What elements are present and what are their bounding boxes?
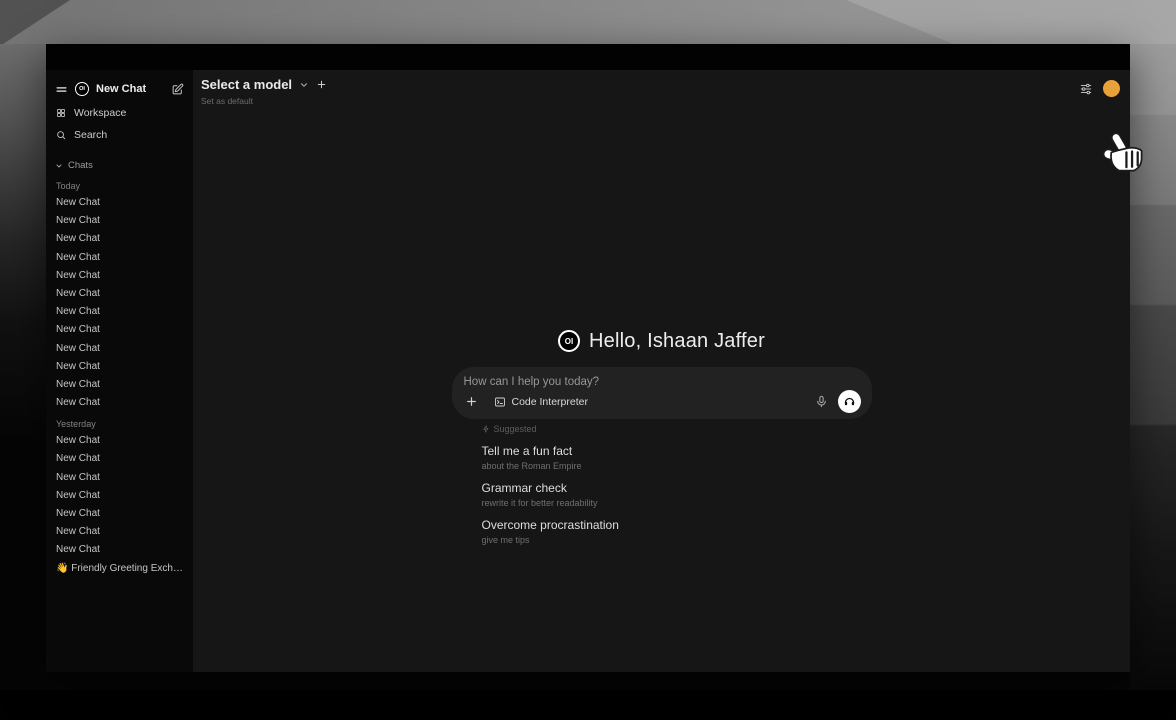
desktop-wallpaper-bottom [0, 690, 1176, 720]
settings-sliders-icon[interactable] [1079, 82, 1093, 96]
chat-list-item[interactable]: New Chat [46, 358, 193, 376]
chat-list-item[interactable]: New Chat [46, 450, 193, 468]
sidebar-toggle-icon[interactable] [55, 83, 68, 96]
message-input[interactable]: How can I help you today? Code Interpret… [452, 367, 872, 419]
prompt-subtitle: rewrite it for better readability [482, 498, 872, 508]
prompt-title: Overcome procrastination [482, 518, 872, 532]
chat-list-item[interactable]: New Chat [46, 249, 193, 267]
set-as-default-link[interactable]: Set as default [201, 96, 327, 106]
chat-list-item[interactable]: New Chat [46, 469, 193, 487]
model-bar: Select a model Set as default [201, 77, 1120, 106]
chat-list-item[interactable]: New Chat [46, 376, 193, 394]
model-selector-label: Select a model [201, 77, 292, 92]
chat-list: TodayNew ChatNew ChatNew ChatNew ChatNew… [46, 174, 193, 588]
chat-list-item[interactable]: New Chat [46, 487, 193, 505]
chat-list-item[interactable]: New Chat [46, 230, 193, 248]
chat-list-item[interactable]: New Chat [46, 541, 193, 559]
suggested-label: Suggested [482, 424, 872, 434]
headphones-icon [843, 395, 856, 408]
main-content: Select a model Set as default OI [193, 70, 1130, 672]
sidebar: OI New Chat Workspace Search Chats [46, 70, 193, 672]
desktop-screen: OI New Chat Workspace Search Chats [0, 0, 1176, 720]
voice-call-button[interactable] [838, 390, 861, 413]
open-webui-window: OI New Chat Workspace Search Chats [46, 44, 1130, 672]
suggested-prompts: Tell me a fun fact about the Roman Empire… [482, 444, 872, 545]
prompt-subtitle: give me tips [482, 535, 872, 545]
desktop-wallpaper-left [0, 44, 46, 720]
chat-group-label: Yesterday [46, 412, 193, 432]
window-top-bar [46, 44, 1130, 70]
code-interpreter-icon [494, 396, 506, 408]
openwebui-logo: OI [75, 82, 89, 96]
chat-list-item[interactable]: New Chat [46, 267, 193, 285]
welcome-area: OI Hello, Ishaan Jaffer How can I help y… [452, 328, 872, 545]
prompt-title: Tell me a fun fact [482, 444, 872, 458]
chats-section-toggle[interactable]: Chats [46, 157, 193, 174]
suggested-prompt[interactable]: Grammar check rewrite it for better reada… [482, 481, 872, 508]
chat-list-item[interactable]: New Chat [46, 321, 193, 339]
model-selector[interactable]: Select a model [201, 77, 327, 92]
chevron-down-icon [55, 162, 63, 170]
sidebar-item-label: Search [74, 129, 107, 141]
chat-list-item[interactable]: New Chat [46, 212, 193, 230]
grid-icon [56, 108, 66, 118]
chat-list-item[interactable]: New Chat [46, 303, 193, 321]
suggested-section: Suggested Tell me a fun fact about the Ro… [452, 424, 872, 545]
suggested-prompt[interactable]: Tell me a fun fact about the Roman Empire [482, 444, 872, 471]
search-icon [56, 130, 66, 140]
user-avatar[interactable] [1103, 80, 1120, 97]
chat-list-item[interactable]: New Chat [46, 394, 193, 412]
chevron-down-icon [299, 80, 309, 90]
sidebar-item-workspace[interactable]: Workspace [46, 102, 193, 124]
bolt-icon [482, 425, 490, 433]
chat-list-item[interactable]: New Chat [46, 432, 193, 450]
greeting: OI Hello, Ishaan Jaffer [452, 328, 872, 354]
desktop-wallpaper-right [1130, 44, 1176, 720]
chat-group-label: Today [46, 174, 193, 194]
chats-section-label: Chats [68, 160, 93, 171]
chat-list-item[interactable]: New Chat [46, 194, 193, 212]
sidebar-item-search[interactable]: Search [46, 124, 193, 146]
chat-list-item[interactable]: New Chat [46, 523, 193, 541]
greeting-text: Hello, Ishaan Jaffer [589, 330, 765, 353]
code-interpreter-toggle[interactable]: Code Interpreter [494, 396, 588, 408]
add-model-icon[interactable] [316, 79, 327, 90]
chat-list-item[interactable]: New Chat [46, 285, 193, 303]
chat-list-item[interactable]: New Chat [46, 340, 193, 358]
sidebar-header: OI New Chat [46, 76, 193, 102]
code-interpreter-label: Code Interpreter [512, 396, 588, 408]
prompt-subtitle: about the Roman Empire [482, 461, 872, 471]
openwebui-logo: OI [558, 330, 580, 352]
suggested-prompt[interactable]: Overcome procrastination give me tips [482, 518, 872, 545]
new-chat-edit-icon[interactable] [171, 83, 184, 96]
sidebar-item-label: Workspace [74, 107, 126, 119]
prompt-title: Grammar check [482, 481, 872, 495]
sidebar-title: New Chat [96, 83, 164, 95]
chat-list-item[interactable]: New Chat [46, 505, 193, 523]
chat-list-item[interactable]: 👋 Friendly Greeting Exchange [46, 560, 193, 578]
message-input-placeholder: How can I help you today? [464, 376, 860, 388]
attach-plus-icon[interactable] [465, 395, 478, 408]
mic-icon[interactable] [815, 395, 828, 408]
